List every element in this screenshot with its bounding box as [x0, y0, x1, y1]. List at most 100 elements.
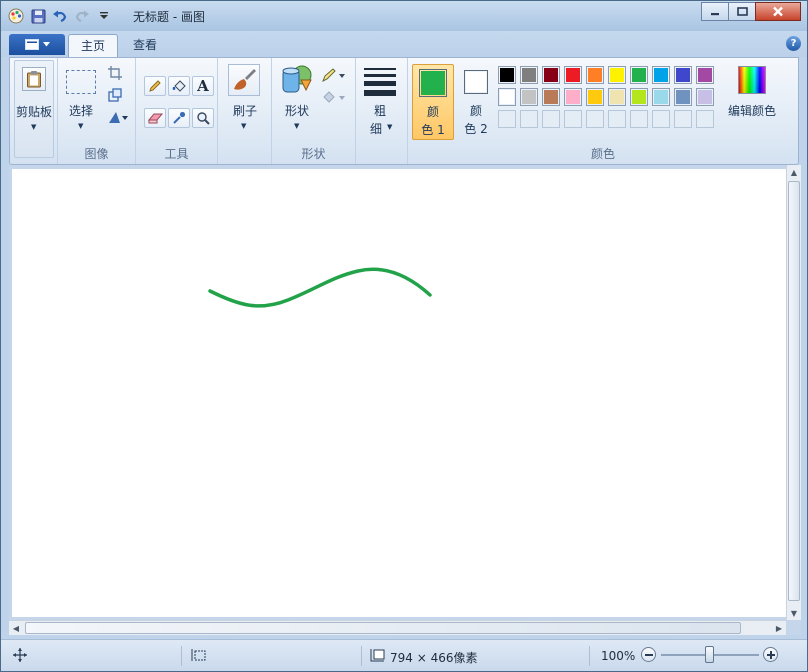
size-icon[interactable] [364, 68, 396, 96]
undo-icon[interactable] [51, 7, 69, 25]
crop-icon[interactable] [108, 66, 122, 83]
size-label-line1[interactable]: 粗 [356, 102, 404, 119]
color2-label-line1: 颜 [469, 104, 482, 118]
minimize-button[interactable] [701, 2, 729, 21]
fill-icon[interactable] [322, 90, 346, 107]
palette-swatch[interactable] [586, 66, 604, 84]
resize-icon[interactable] [108, 88, 122, 105]
vertical-scrollbar[interactable]: ▲ ▼ [786, 165, 801, 620]
customize-toolbar-icon[interactable] [95, 7, 113, 25]
outline-icon[interactable] [322, 68, 346, 85]
palette-swatch[interactable] [652, 66, 670, 84]
select-label[interactable]: 选择 [60, 102, 102, 119]
palette-swatch[interactable] [696, 66, 714, 84]
tab-home[interactable]: 主页 [68, 34, 119, 57]
palette-swatch[interactable] [564, 66, 582, 84]
palette-swatch-fill [632, 90, 646, 104]
palette-swatch-empty[interactable] [696, 110, 714, 128]
color1-button[interactable]: 颜 色 1 [412, 64, 454, 140]
palette-swatch[interactable] [586, 88, 604, 106]
scroll-down-icon[interactable]: ▼ [787, 606, 801, 620]
shapes-icon[interactable] [280, 64, 314, 99]
palette-swatch-empty[interactable] [652, 110, 670, 128]
shapes-label[interactable]: 形状 [272, 102, 322, 119]
palette-swatch-empty[interactable] [586, 110, 604, 128]
maximize-button[interactable] [728, 2, 756, 21]
zoom-slider-thumb[interactable] [705, 646, 714, 663]
canvas-dimensions: 794 × 466像素 [390, 651, 478, 665]
close-button[interactable] [755, 2, 801, 21]
palette-swatch[interactable] [652, 88, 670, 106]
palette-swatch-fill [566, 90, 580, 104]
palette-swatch-empty[interactable] [630, 110, 648, 128]
save-icon[interactable] [29, 7, 47, 25]
palette-swatch[interactable] [608, 66, 626, 84]
tab-view[interactable]: 查看 [121, 34, 169, 57]
paint-app-icon[interactable] [7, 7, 25, 25]
chevron-down-icon: ▼ [31, 123, 37, 131]
paste-button[interactable]: 剪贴板 ▼ [14, 60, 54, 158]
eraser-icon[interactable] [144, 108, 166, 128]
palette-swatch-empty[interactable] [520, 110, 538, 128]
text-tool-icon[interactable]: A [192, 76, 214, 96]
color2-button[interactable]: 颜 色 2 [456, 64, 496, 140]
drawing-canvas[interactable] [12, 169, 786, 617]
horizontal-scroll-thumb[interactable] [25, 622, 741, 634]
palette-swatch-empty[interactable] [564, 110, 582, 128]
window-title: 无标题 - 画图 [133, 10, 205, 24]
colors-group-label: 颜色 [590, 147, 615, 161]
palette-swatch[interactable] [630, 88, 648, 106]
fill-bucket-icon[interactable] [168, 76, 190, 96]
plus-icon [766, 650, 775, 659]
scroll-right-icon[interactable]: ▶ [772, 621, 786, 635]
zoom-out-button[interactable] [641, 647, 656, 662]
color-picker-icon[interactable] [168, 108, 190, 128]
palette-swatch[interactable] [608, 88, 626, 106]
palette-swatch[interactable] [630, 66, 648, 84]
canvas-size-icon [370, 648, 386, 665]
help-icon[interactable]: ? [786, 36, 801, 51]
palette-swatch[interactable] [498, 66, 516, 84]
magnifier-icon[interactable] [192, 108, 214, 128]
green-curve-stroke [208, 267, 432, 308]
rotate-icon[interactable] [108, 110, 130, 127]
redo-icon[interactable] [73, 7, 91, 25]
color1-label-line2: 色 1 [421, 123, 445, 137]
vertical-scroll-thumb[interactable] [788, 181, 800, 601]
horizontal-scrollbar[interactable]: ◀ ▶ [9, 620, 786, 635]
size-group: 粗 细 ▼ [356, 58, 408, 164]
scroll-up-icon[interactable]: ▲ [787, 165, 801, 179]
palette-swatch-fill [676, 90, 690, 104]
palette-swatch[interactable] [520, 88, 538, 106]
palette-swatch[interactable] [674, 88, 692, 106]
paint-menu-button[interactable] [9, 34, 65, 55]
select-icon[interactable] [66, 70, 96, 94]
palette-swatch-empty[interactable] [498, 110, 516, 128]
palette-swatch[interactable] [542, 66, 560, 84]
palette-swatch[interactable] [520, 66, 538, 84]
palette-swatch[interactable] [674, 66, 692, 84]
color-spectrum-icon [738, 66, 766, 94]
ribbon-panel: 剪贴板 ▼ 选择 ▼ 图像 A 工具 刷子 ▼ 形状 ▼ 形状 粗 细 ▼ 颜 … [9, 57, 799, 165]
zoom-in-button[interactable] [763, 647, 778, 662]
clipboard-icon [22, 67, 46, 91]
chevron-down-icon: ▼ [294, 122, 300, 130]
size-label-line2[interactable]: 细 [352, 120, 400, 137]
palette-swatch-fill [610, 90, 624, 104]
palette-swatch-empty[interactable] [674, 110, 692, 128]
brushes-label[interactable]: 刷子 [218, 102, 272, 119]
palette-swatch[interactable] [498, 88, 516, 106]
window-controls [701, 2, 801, 21]
palette-swatch[interactable] [564, 88, 582, 106]
chevron-down-icon: ▼ [387, 123, 393, 131]
edit-colors-button[interactable]: 编辑颜色 [724, 66, 784, 136]
palette-swatch[interactable] [696, 88, 714, 106]
pencil-icon[interactable] [144, 76, 166, 96]
color2-swatch [464, 70, 488, 94]
scroll-left-icon[interactable]: ◀ [9, 621, 23, 635]
palette-swatch-empty[interactable] [542, 110, 560, 128]
brush-icon[interactable] [228, 64, 260, 96]
palette-swatch-fill [500, 90, 514, 104]
palette-swatch[interactable] [542, 88, 560, 106]
palette-swatch-empty[interactable] [608, 110, 626, 128]
